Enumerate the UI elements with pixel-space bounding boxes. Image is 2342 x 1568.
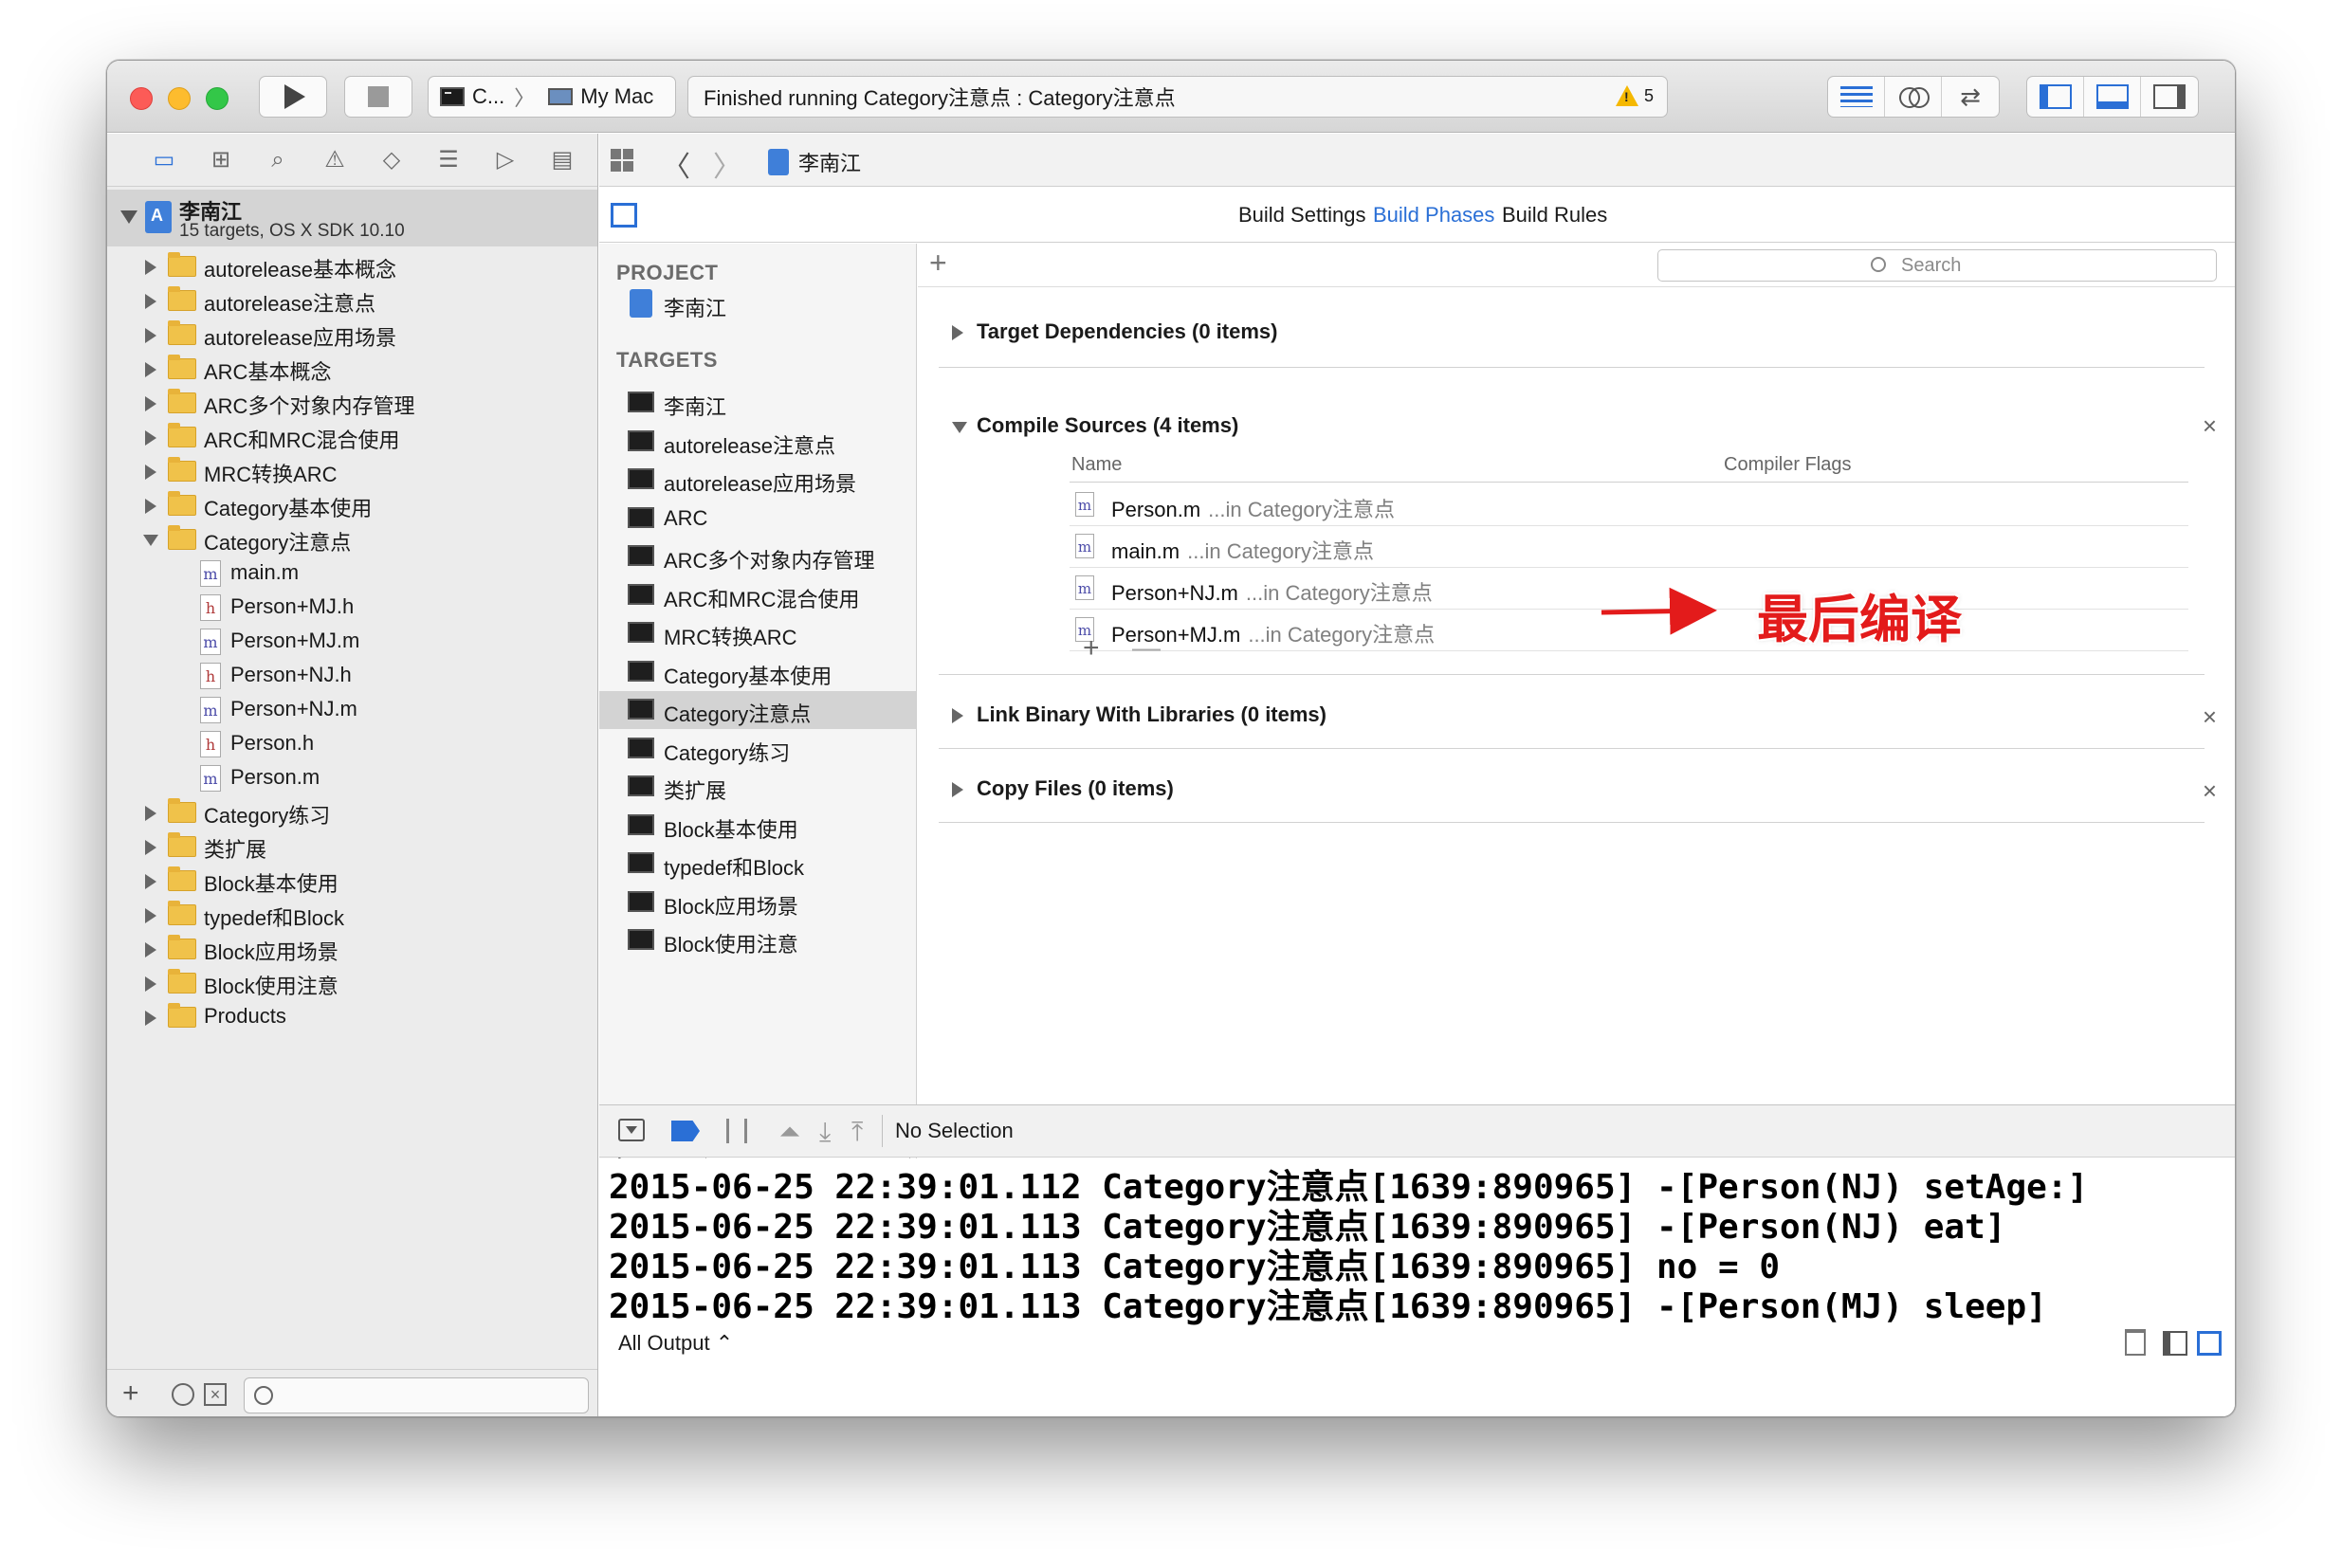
annotation-arrow <box>1601 587 1717 635</box>
xcode-window: C... 〉 My Mac Finished running Category注… <box>106 60 2236 1417</box>
annotation-label: 最后编译 <box>1757 592 1962 648</box>
annotation-overlay <box>1601 587 1717 635</box>
